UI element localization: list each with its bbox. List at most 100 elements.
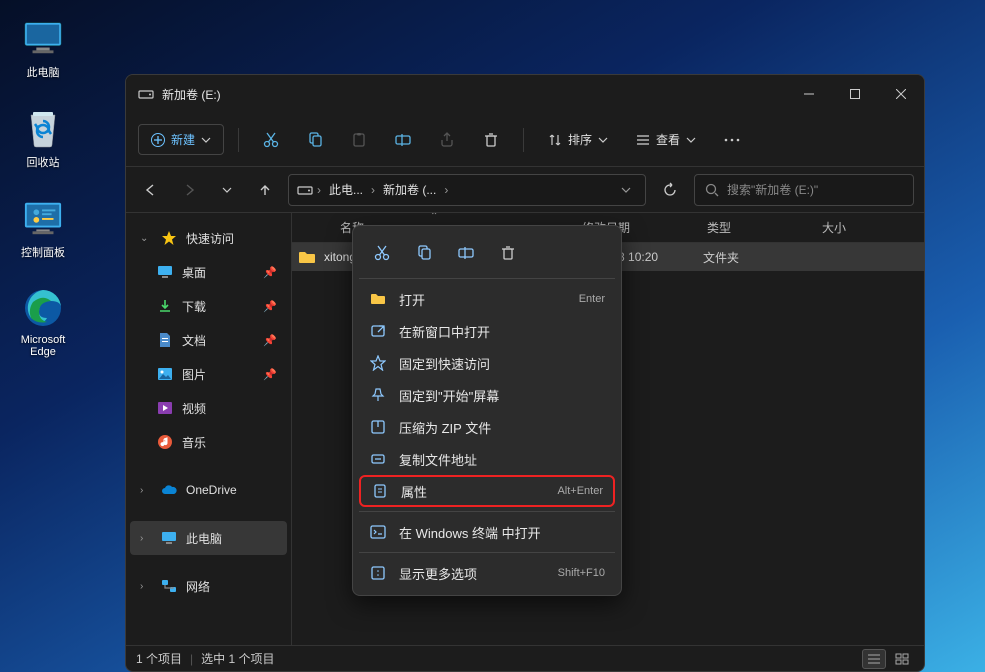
- ctx-pin-quick[interactable]: 固定到快速访问: [359, 347, 615, 379]
- chevron-right-icon: ›: [369, 183, 377, 197]
- back-button[interactable]: [136, 175, 166, 205]
- view-icon: [636, 133, 650, 147]
- ctx-pin-start[interactable]: 固定到"开始"屏幕: [359, 379, 615, 411]
- sidebar-label: 下载: [182, 298, 255, 315]
- ctx-new-window[interactable]: 在新窗口中打开: [359, 315, 615, 347]
- shortcut-label: Alt+Enter: [557, 485, 603, 497]
- maximize-button[interactable]: [832, 75, 878, 113]
- ctx-delete-button[interactable]: [489, 236, 527, 270]
- sidebar-onedrive[interactable]: › OneDrive: [130, 473, 287, 507]
- sidebar-desktop[interactable]: 桌面 📌: [130, 255, 287, 289]
- ctx-copy-button[interactable]: [405, 236, 443, 270]
- ctx-cut-button[interactable]: [363, 236, 401, 270]
- folder-icon: [298, 250, 316, 264]
- sidebar-videos[interactable]: 视频: [130, 391, 287, 425]
- desktop-icon-control-panel[interactable]: 控制面板: [8, 198, 78, 260]
- music-icon: [156, 433, 174, 451]
- delete-button[interactable]: [473, 122, 509, 158]
- rename-button[interactable]: [385, 122, 421, 158]
- column-type[interactable]: 类型: [697, 219, 812, 236]
- minimize-button[interactable]: [786, 75, 832, 113]
- chevron-right-icon: ›: [442, 183, 450, 197]
- breadcrumb-seg[interactable]: 此电...: [325, 181, 367, 198]
- pc-icon: [23, 18, 63, 58]
- edge-icon: [23, 288, 63, 328]
- separator: [523, 128, 524, 152]
- grid-view-button[interactable]: [890, 649, 914, 669]
- sort-label: 排序: [568, 131, 592, 148]
- sort-button[interactable]: 排序: [538, 125, 618, 154]
- terminal-icon: [369, 525, 387, 539]
- new-button[interactable]: 新建: [138, 124, 224, 155]
- recent-dropdown[interactable]: [212, 175, 242, 205]
- desktop-icon-this-pc[interactable]: 此电脑: [8, 18, 78, 80]
- view-label: 查看: [656, 131, 680, 148]
- more-button[interactable]: [714, 122, 750, 158]
- sidebar-network[interactable]: › 网络: [130, 569, 287, 603]
- breadcrumb-dropdown[interactable]: [615, 187, 637, 193]
- sidebar-label: OneDrive: [186, 483, 277, 497]
- pc-icon: [160, 529, 178, 547]
- search-input[interactable]: 搜索"新加卷 (E:)": [694, 174, 914, 206]
- ctx-copy-path[interactable]: 复制文件地址: [359, 443, 615, 475]
- copy-button[interactable]: [297, 122, 333, 158]
- sidebar-this-pc[interactable]: › 此电脑: [130, 521, 287, 555]
- drive-icon: [138, 88, 154, 100]
- sidebar-downloads[interactable]: 下载 📌: [130, 289, 287, 323]
- sidebar-documents[interactable]: 文档 📌: [130, 323, 287, 357]
- up-button[interactable]: [250, 175, 280, 205]
- status-selection: 选中 1 个项目: [201, 650, 274, 667]
- view-button[interactable]: 查看: [626, 125, 706, 154]
- sort-indicator-icon: ⌃: [430, 213, 438, 222]
- sidebar-label: 文档: [182, 332, 255, 349]
- breadcrumb-seg[interactable]: 新加卷 (...: [379, 181, 440, 198]
- network-icon: [160, 577, 178, 595]
- separator: [238, 128, 239, 152]
- sidebar-quick-access[interactable]: ⌄ 快速访问: [130, 221, 287, 255]
- paste-button: [341, 122, 377, 158]
- cut-button[interactable]: [253, 122, 289, 158]
- breadcrumb[interactable]: › 此电... › 新加卷 (... ›: [288, 174, 646, 206]
- ctx-terminal[interactable]: 在 Windows 终端 中打开: [359, 516, 615, 548]
- context-menu: 打开 Enter 在新窗口中打开 固定到快速访问 固定到"开始"屏幕: [352, 225, 622, 596]
- close-button[interactable]: [878, 75, 924, 113]
- refresh-button[interactable]: [654, 174, 686, 206]
- cloud-icon: [160, 481, 178, 499]
- sidebar-music[interactable]: 音乐: [130, 425, 287, 459]
- star-icon: [160, 229, 178, 247]
- ctx-open[interactable]: 打开 Enter: [359, 283, 615, 315]
- sidebar-label: 音乐: [182, 434, 277, 451]
- ctx-show-more[interactable]: 显示更多选项 Shift+F10: [359, 557, 615, 589]
- pin-icon: 📌: [263, 300, 277, 313]
- view-switcher: [862, 649, 914, 669]
- desktop-icon-recycle-bin[interactable]: 回收站: [8, 108, 78, 170]
- desktop-icon: [156, 263, 174, 281]
- separator: [359, 552, 615, 553]
- statusbar: 1 个项目 | 选中 1 个项目: [126, 645, 924, 671]
- ctx-properties[interactable]: 属性 Alt+Enter: [359, 475, 615, 507]
- column-size[interactable]: 大小: [812, 219, 924, 236]
- pin-icon: [369, 387, 387, 403]
- toolbar: 新建 排序 查看: [126, 113, 924, 167]
- desktop-icon-edge[interactable]: Microsoft Edge: [8, 288, 78, 358]
- sidebar-label: 桌面: [182, 264, 255, 281]
- window-title: 新加卷 (E:): [162, 86, 786, 103]
- chevron-right-icon: ›: [140, 485, 152, 496]
- more-options-icon: [369, 565, 387, 581]
- sidebar-pictures[interactable]: 图片 📌: [130, 357, 287, 391]
- pin-icon: 📌: [263, 334, 277, 347]
- drive-icon: [297, 184, 313, 196]
- titlebar[interactable]: 新加卷 (E:): [126, 75, 924, 113]
- ctx-rename-button[interactable]: [447, 236, 485, 270]
- sidebar: ⌄ 快速访问 桌面 📌 下载 📌 文档 📌 图片: [126, 213, 292, 645]
- desktop-icons: 此电脑 回收站 控制面板 Microsoft Edge: [8, 18, 78, 358]
- chevron-down-icon: [201, 137, 211, 143]
- separator: [359, 278, 615, 279]
- file-pane: ⌃ 名称 修改日期 类型 大小 xitongzhijia.net 2022/3/…: [292, 213, 924, 645]
- ctx-compress[interactable]: 压缩为 ZIP 文件: [359, 411, 615, 443]
- sidebar-label: 视频: [182, 400, 277, 417]
- videos-icon: [156, 399, 174, 417]
- file-type: 文件夹: [697, 249, 812, 266]
- details-view-button[interactable]: [862, 649, 886, 669]
- search-icon: [705, 183, 719, 197]
